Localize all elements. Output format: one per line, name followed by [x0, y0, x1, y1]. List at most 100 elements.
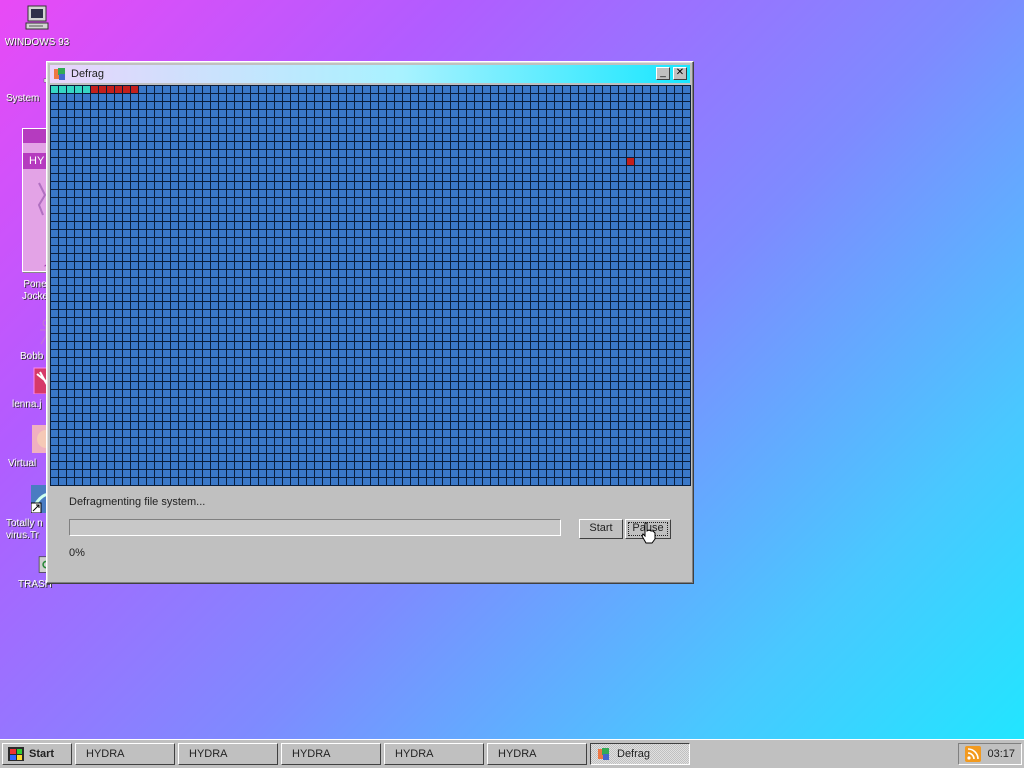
start-button[interactable]: Start: [579, 519, 623, 539]
disk-block: [619, 406, 626, 413]
disk-block: [395, 94, 402, 101]
disk-block: [179, 198, 186, 205]
disk-block: [275, 414, 282, 421]
disk-block: [123, 430, 130, 437]
disk-block: [179, 342, 186, 349]
disk-block: [683, 158, 690, 165]
disk-block: [131, 214, 138, 221]
disk-block: [363, 382, 370, 389]
disk-block: [435, 342, 442, 349]
disk-block: [627, 150, 634, 157]
disk-block: [539, 142, 546, 149]
disk-block: [435, 134, 442, 141]
disk-block: [219, 334, 226, 341]
disk-block: [99, 182, 106, 189]
disk-block: [219, 230, 226, 237]
disk-block: [227, 94, 234, 101]
task-button-hydra[interactable]: HYDRA: [75, 743, 175, 765]
disk-block: [403, 286, 410, 293]
disk-block: [651, 198, 658, 205]
disk-block: [675, 86, 682, 93]
disk-block: [155, 382, 162, 389]
disk-block: [59, 134, 66, 141]
disk-block: [355, 478, 362, 485]
disk-block: [427, 366, 434, 373]
disk-block: [659, 342, 666, 349]
disk-block: [547, 390, 554, 397]
disk-block: [195, 374, 202, 381]
disk-block: [75, 110, 82, 117]
disk-block: [563, 142, 570, 149]
disk-block: [315, 278, 322, 285]
disk-block: [123, 102, 130, 109]
disk-block: [419, 278, 426, 285]
disk-block: [483, 150, 490, 157]
disk-block: [627, 262, 634, 269]
disk-block: [467, 198, 474, 205]
disk-block: [547, 286, 554, 293]
task-button-hydra[interactable]: HYDRA: [281, 743, 381, 765]
task-button-hydra[interactable]: HYDRA: [384, 743, 484, 765]
minimize-button[interactable]: _: [656, 67, 670, 80]
disk-block: [531, 246, 538, 253]
disk-block: [555, 334, 562, 341]
disk-block: [147, 174, 154, 181]
disk-block: [579, 438, 586, 445]
disk-block: [67, 390, 74, 397]
disk-block: [107, 406, 114, 413]
disk-block: [571, 318, 578, 325]
disk-block: [451, 246, 458, 253]
disk-block: [499, 414, 506, 421]
disk-block: [211, 334, 218, 341]
close-button[interactable]: ✕: [673, 67, 687, 80]
disk-block: [683, 334, 690, 341]
disk-block: [283, 342, 290, 349]
disk-block: [235, 334, 242, 341]
disk-block: [251, 158, 258, 165]
disk-block: [627, 470, 634, 477]
disk-block: [395, 190, 402, 197]
title-bar[interactable]: Defrag _ ✕: [50, 65, 690, 83]
disk-block: [547, 214, 554, 221]
disk-block: [275, 438, 282, 445]
disk-block: [667, 278, 674, 285]
disk-block: [331, 462, 338, 469]
disk-block: [99, 238, 106, 245]
disk-block: [475, 366, 482, 373]
disk-block: [155, 102, 162, 109]
desktop-icon-windows93[interactable]: WINDOWS 93: [2, 4, 72, 48]
disk-block: [507, 214, 514, 221]
disk-block: [123, 182, 130, 189]
disk-block: [267, 390, 274, 397]
disk-block: [563, 230, 570, 237]
disk-block: [131, 246, 138, 253]
disk-block: [283, 278, 290, 285]
disk-block: [411, 286, 418, 293]
disk-block: [467, 134, 474, 141]
disk-block: [579, 302, 586, 309]
disk-block: [411, 86, 418, 93]
rss-feed-icon[interactable]: [965, 746, 982, 762]
disk-block: [203, 422, 210, 429]
disk-block: [243, 382, 250, 389]
disk-block: [675, 238, 682, 245]
disk-block: [419, 86, 426, 93]
task-button-hydra[interactable]: HYDRA: [487, 743, 587, 765]
disk-block: [443, 254, 450, 261]
disk-block: [267, 478, 274, 485]
disk-block: [651, 174, 658, 181]
start-button-taskbar[interactable]: Start: [2, 743, 72, 765]
disk-block: [115, 190, 122, 197]
disk-block: [203, 406, 210, 413]
task-button-hydra[interactable]: HYDRA: [178, 743, 278, 765]
disk-block: [443, 326, 450, 333]
disk-block: [195, 382, 202, 389]
disk-block: [83, 294, 90, 301]
disk-block: [627, 398, 634, 405]
disk-block: [131, 118, 138, 125]
disk-block: [675, 454, 682, 461]
disk-block: [531, 158, 538, 165]
disk-block: [155, 254, 162, 261]
disk-block: [251, 118, 258, 125]
task-button-defrag[interactable]: Defrag: [590, 743, 690, 765]
